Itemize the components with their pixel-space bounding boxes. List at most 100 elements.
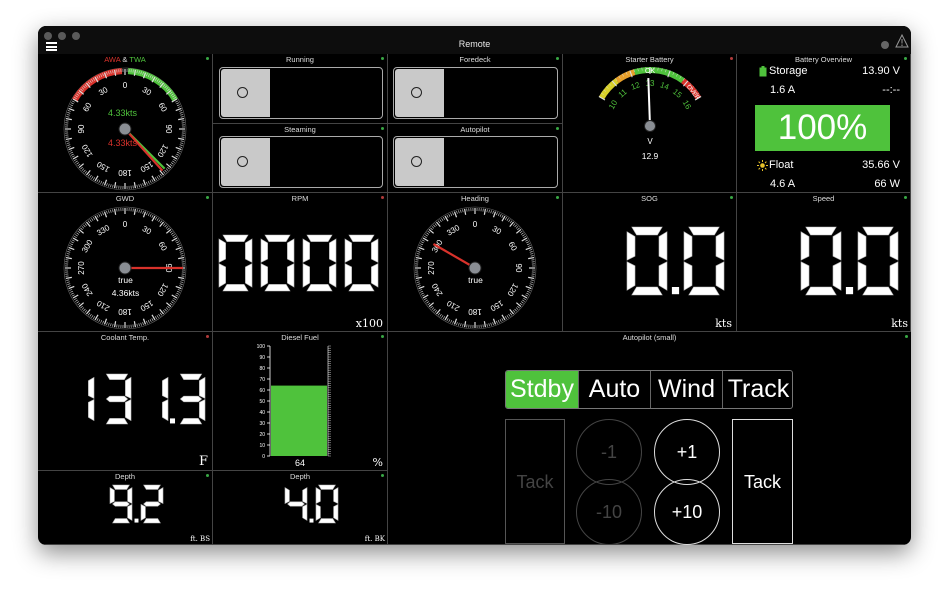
dial-tick: [80, 305, 83, 309]
coolant-temp-panel[interactable]: Coolant Temp. F: [38, 332, 213, 471]
steaming-toggle[interactable]: [219, 136, 383, 188]
digit-segment: [140, 503, 146, 521]
dial-tick: [525, 294, 529, 297]
digit-2: [140, 484, 164, 524]
dial-tick: [515, 226, 519, 229]
autopilot-toggle[interactable]: [393, 136, 558, 188]
dial-tick: [66, 140, 70, 142]
dial-tick: [133, 182, 137, 189]
minus-1-button[interactable]: -1: [576, 419, 642, 485]
dial-tick: [66, 116, 70, 118]
dial-tick: [522, 234, 525, 237]
dial-tick: [106, 322, 108, 326]
heading-gauge-panel[interactable]: Heading 0306090120150180210240270300330 …: [388, 193, 563, 332]
tack-port-button[interactable]: Tack: [505, 419, 565, 544]
off-circle-icon: [411, 87, 422, 98]
dial-tick: [179, 251, 183, 253]
digit-segment: [260, 263, 268, 288]
dial-label: 15: [671, 87, 684, 100]
digit-segment: [162, 376, 169, 399]
depth-digits: [109, 484, 164, 524]
battery-overview-panel[interactable]: Battery Overview Storage 13.90 V 1.6 A -…: [737, 54, 911, 193]
foredeck-toggle[interactable]: [393, 67, 558, 119]
gwd-gauge-panel[interactable]: GWD 0 30 60 90 120 150 180 210 240 270 300 330 true…: [38, 193, 213, 332]
dial-tick: [76, 162, 80, 165]
minus-10-button[interactable]: -10: [576, 479, 642, 545]
menu-icon[interactable]: [46, 42, 57, 51]
dial-label: 0: [473, 220, 478, 229]
dial-tick: [147, 213, 150, 217]
settings-icon[interactable]: [881, 41, 889, 49]
dial-tick: [527, 289, 531, 291]
off-circle-icon: [411, 156, 422, 167]
dial-tick: [83, 169, 86, 173]
dial-tick: [159, 220, 163, 224]
depth-panel-2[interactable]: Depth ft. BK: [213, 471, 388, 545]
digit-segment: [105, 418, 129, 425]
dial-tick: [460, 209, 462, 213]
digit-segment: [715, 261, 725, 291]
diesel-fuel-panel[interactable]: Diesel Fuel 100 90 80 70 60 50 40 30 20 10 0 64 %: [213, 332, 388, 471]
plus-10-button[interactable]: +10: [654, 479, 720, 545]
warning-icon[interactable]: [895, 34, 909, 48]
dial-tick: [527, 245, 531, 247]
dial-tick: [172, 299, 175, 302]
dial-tick: [176, 243, 180, 246]
mode-track-button[interactable]: Track: [723, 371, 792, 408]
plus-1-button[interactable]: +1: [654, 419, 720, 485]
dial-tick: [177, 150, 181, 152]
dial-tick: [430, 305, 433, 309]
depth-panel-1[interactable]: Depth ft. BS: [38, 471, 213, 545]
dial-tick: [172, 160, 175, 163]
digit-segment: [306, 284, 333, 292]
digit-segment: [179, 418, 203, 425]
dial-tick: [460, 323, 462, 327]
digit-4: [284, 487, 308, 521]
running-switch-panel[interactable]: Running: [213, 54, 388, 124]
dial-tick: [425, 299, 428, 302]
mode-stdby-button[interactable]: Stdby: [506, 371, 579, 408]
dial-tick: [110, 209, 112, 213]
dial-tick: [147, 180, 150, 184]
dial-tick: [517, 305, 520, 309]
foredeck-switch-panel[interactable]: Foredeck: [388, 54, 563, 124]
dial-tick: [106, 210, 108, 214]
sog-panel[interactable]: SOG kts: [563, 193, 737, 332]
dial-tick: [506, 315, 509, 318]
autopilot-panel[interactable]: Autopilot (small) Stdby Auto Wind Track …: [388, 332, 911, 545]
digit-segment: [222, 234, 249, 242]
dial-tick: [140, 183, 142, 187]
steaming-switch-panel[interactable]: Steaming: [213, 124, 388, 193]
dial-tick: [149, 180, 152, 184]
dial-tick: [526, 241, 530, 244]
digit-segment: [344, 238, 352, 263]
dial-hub: [468, 261, 482, 275]
running-toggle[interactable]: [219, 67, 383, 119]
mode-wind-button[interactable]: Wind: [651, 371, 723, 408]
digit-segment: [127, 503, 133, 521]
dial-tick: [177, 106, 181, 108]
starter-battery-panel[interactable]: Starter Battery 10 11 12 13 14 15 16 OK OVER V 1…: [563, 54, 737, 193]
rpm-panel[interactable]: RPM x100: [213, 193, 388, 332]
tack-starboard-button[interactable]: Tack: [732, 419, 793, 544]
autopilot-switch-panel[interactable]: Autopilot: [388, 124, 563, 193]
dial-tick: [89, 219, 92, 223]
digit-segment: [302, 263, 310, 288]
gwd-reference: true: [118, 275, 133, 285]
digit-segment: [88, 376, 95, 399]
mode-auto-button[interactable]: Auto: [579, 371, 651, 408]
speed-panel[interactable]: Speed kts: [737, 193, 911, 332]
digit-segment: [371, 238, 379, 263]
dial-tick: [69, 150, 73, 152]
battery-time-remaining: --:--: [882, 84, 900, 96]
dial-tick: [67, 112, 71, 114]
wind-gauge-panel[interactable]: AWA & TWA 0 30 60 90 120 150 180 150 120 90 60 30 4…: [38, 54, 213, 193]
dial-tick: [483, 321, 487, 328]
dial-tick: [439, 219, 442, 223]
dial-tick: [433, 308, 436, 312]
autopilot-mode-selector[interactable]: Stdby Auto Wind Track: [505, 370, 793, 409]
dial-tick: [169, 163, 173, 167]
digit-segment: [348, 284, 375, 292]
dial-tick: [98, 180, 101, 184]
dial-tick: [417, 249, 421, 251]
